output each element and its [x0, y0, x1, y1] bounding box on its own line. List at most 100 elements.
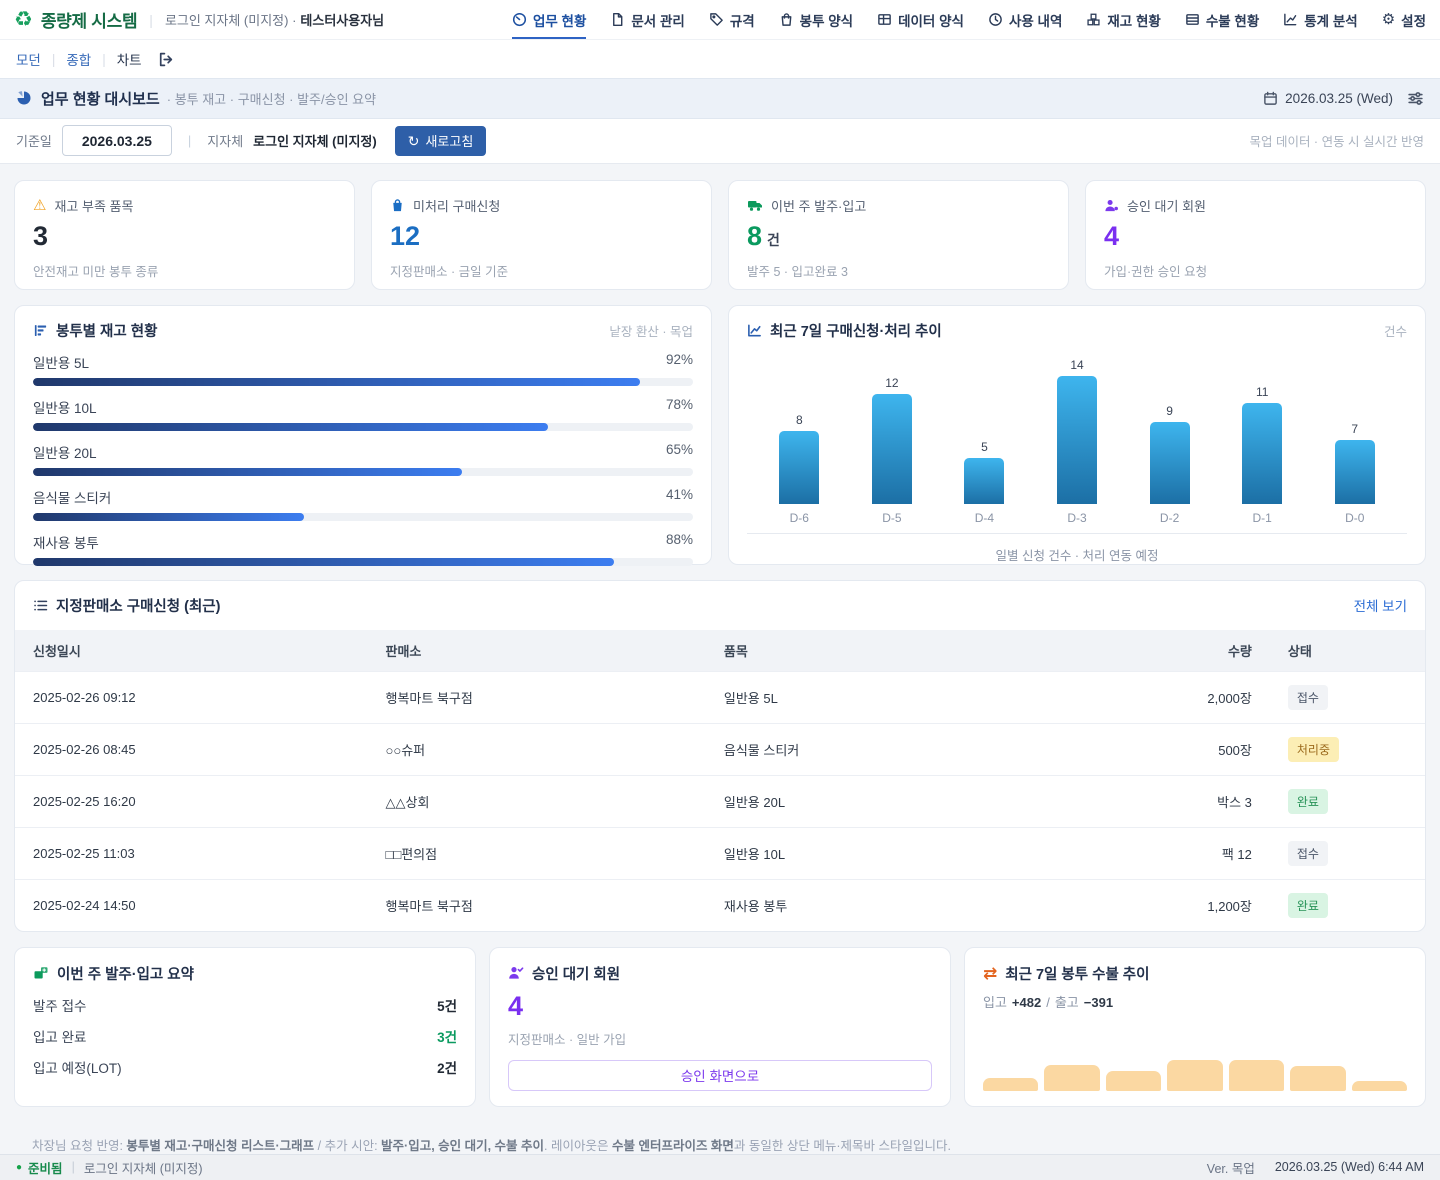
inbound-value: +482 — [1012, 995, 1041, 1010]
summary-row: 입고 완료3건 — [33, 1026, 457, 1046]
panel-title: 이번 주 발주·입고 요약 — [57, 963, 194, 984]
kpi-value: 12 — [390, 223, 693, 250]
filter-divider: | — [188, 133, 191, 148]
trend-chart-icon — [747, 323, 762, 338]
stock-row: 재사용 봉투88% — [33, 532, 693, 566]
mini-bar — [1106, 1071, 1161, 1091]
refresh-button[interactable]: ↻ 새로고침 — [395, 126, 487, 156]
chart-line-icon — [1283, 12, 1298, 27]
outbound-value: −391 — [1084, 995, 1113, 1010]
mini-bar — [1352, 1081, 1407, 1091]
panel-title: 최근 7일 구매신청·처리 추이 — [770, 320, 942, 341]
nav-item-work-status[interactable]: 업무 현황 — [512, 0, 586, 39]
col-header-date: 신청일시 — [15, 630, 368, 672]
filter-sliders-icon[interactable] — [1407, 90, 1424, 107]
kpi-value: 8 — [747, 223, 762, 250]
progress-fill — [33, 558, 614, 566]
brand: ♻ 종량제 시스템 — [14, 7, 137, 32]
chart-bar[interactable] — [1057, 376, 1097, 504]
nav-item-bag-forms[interactable]: 봉투 양식 — [779, 0, 853, 39]
boxes-icon — [1086, 12, 1101, 27]
list-icon — [33, 598, 48, 613]
chart-bar[interactable] — [964, 458, 1004, 504]
package-icon — [33, 965, 49, 981]
kpi-card-pending-requests[interactable]: 미처리 구매신청 12 지정판매소 · 금일 기준 — [371, 180, 712, 290]
stock-row: 일반용 10L 78% — [33, 397, 693, 431]
header-divider: | — [149, 12, 153, 28]
progress-track — [33, 378, 693, 386]
base-date-input[interactable] — [62, 125, 172, 156]
panel-title: 봉투별 재고 현황 — [56, 320, 157, 341]
rows-icon — [1185, 12, 1200, 27]
view-link-chart[interactable]: 차트 — [117, 49, 142, 69]
recycle-icon: ♻ — [14, 9, 33, 30]
table-row[interactable]: 2025-02-24 14:50 행복마트 북구점 재사용 봉투 1,200장 … — [15, 879, 1425, 931]
kpi-value: 4 — [1104, 223, 1407, 250]
stock-percent: 92% — [666, 352, 693, 372]
summary-row: 입고 예정(LOT)2건 — [33, 1057, 457, 1077]
table-row[interactable]: 2025-02-25 11:03 □□편의점 일반용 10L 팩 12 접수 — [15, 827, 1425, 879]
view-link-summary[interactable]: 종합 — [66, 49, 91, 69]
bar-column: 9D-2 — [1123, 404, 1216, 525]
kpi-value: 3 — [33, 223, 336, 250]
stock-label: 일반용 10L — [33, 397, 97, 417]
truck-icon — [747, 197, 763, 213]
bar-column: 8D-6 — [753, 413, 846, 525]
progress-fill — [33, 468, 462, 476]
swap-arrows-icon: ⇄ — [983, 965, 997, 982]
stock-label: 일반용 5L — [33, 352, 89, 372]
logout-icon[interactable] — [157, 51, 174, 68]
bar-column: 14D-3 — [1031, 358, 1124, 525]
approval-panel: 승인 대기 회원 4 지정판매소 · 일반 가입 승인 화면으로 — [489, 947, 951, 1107]
warning-icon: ⚠ — [33, 198, 46, 213]
stock-percent: 78% — [666, 397, 693, 417]
status-badge: 처리중 — [1288, 737, 1339, 762]
person-icon — [1104, 198, 1119, 213]
col-header-qty: 수량 — [1044, 630, 1270, 672]
nav-item-ledger[interactable]: 수불 현황 — [1185, 0, 1259, 39]
chart-bar[interactable] — [1335, 440, 1375, 504]
go-approval-button[interactable]: 승인 화면으로 — [508, 1060, 932, 1091]
panel-title: 지정판매소 구매신청 (최근) — [56, 595, 220, 616]
kpi-card-week-orders[interactable]: 이번 주 발주·입고 8건 발주 5 · 입고완료 3 — [728, 180, 1069, 290]
status-org: 로그인 지자체 (미지정) — [84, 1158, 203, 1177]
kpi-caption: 지정판매소 · 금일 기준 — [390, 261, 693, 280]
filter-row: 기준일 | 지자체 로그인 지자체 (미지정) ↻ 새로고침 목업 데이터 · … — [0, 119, 1440, 164]
nav-item-specs[interactable]: 규격 — [709, 0, 755, 39]
table-row[interactable]: 2025-02-26 09:12 행복마트 북구점 일반용 5L 2,000장 … — [15, 671, 1425, 723]
refresh-icon: ↻ — [408, 134, 420, 148]
flow-summary: 입고 +482 / 출고 −391 — [983, 992, 1407, 1011]
chart-bar[interactable] — [1150, 422, 1190, 504]
app-header: ♻ 종량제 시스템 | 로그인 지자체 (미지정) · 테스터사용자님 업무 현… — [0, 0, 1440, 40]
col-header-store: 판매소 — [368, 630, 706, 672]
mini-bar — [1229, 1060, 1284, 1091]
kpi-caption: 발주 5 · 입고완료 3 — [747, 261, 1050, 280]
document-icon — [610, 12, 625, 27]
date-display[interactable]: 2026.03.25 (Wed) — [1263, 91, 1393, 106]
progress-fill — [33, 513, 304, 521]
nav-item-settings[interactable]: ⚙설정 — [1382, 0, 1426, 39]
calendar-icon — [1263, 91, 1278, 106]
table-row[interactable]: 2025-02-25 16:20 △△상회 일반용 20L 박스 3 완료 — [15, 775, 1425, 827]
dashboard-main: ⚠재고 부족 품목 3 안전재고 미만 봉투 종류 미처리 구매신청 12 지정… — [0, 164, 1440, 1154]
nav-item-statistics[interactable]: 통계 분석 — [1283, 0, 1357, 39]
stock-label: 재사용 봉투 — [33, 532, 99, 552]
chart-bar[interactable] — [1242, 403, 1282, 504]
stock-row: 일반용 20L65% — [33, 442, 693, 476]
flow-mini-chart — [983, 1058, 1407, 1091]
mini-bar — [1044, 1065, 1099, 1091]
see-all-link[interactable]: 전체 보기 — [1354, 595, 1407, 615]
table-row[interactable]: 2025-02-26 08:45 ○○슈퍼 음식물 스티커 500장 처리중 — [15, 723, 1425, 775]
nav-item-documents[interactable]: 문서 관리 — [610, 0, 684, 39]
nav-item-usage-history[interactable]: 사용 내역 — [988, 0, 1062, 39]
view-link-modern[interactable]: 모던 — [16, 49, 41, 69]
kpi-card-pending-members[interactable]: 승인 대기 회원 4 가입·권한 승인 요청 — [1085, 180, 1426, 290]
nav-item-data-forms[interactable]: 데이터 양식 — [877, 0, 964, 39]
login-context: 로그인 지자체 (미지정) · — [165, 10, 296, 29]
chart-panels-row: 봉투별 재고 현황 낱장 환산 · 목업 일반용 5L92% 일반용 10L78… — [14, 305, 1426, 565]
nav-item-inventory[interactable]: 재고 현황 — [1086, 0, 1160, 39]
kpi-card-low-stock[interactable]: ⚠재고 부족 품목 3 안전재고 미만 봉투 종류 — [14, 180, 355, 290]
mini-bar — [1167, 1060, 1222, 1091]
chart-bar[interactable] — [779, 431, 819, 504]
chart-bar[interactable] — [872, 394, 912, 504]
